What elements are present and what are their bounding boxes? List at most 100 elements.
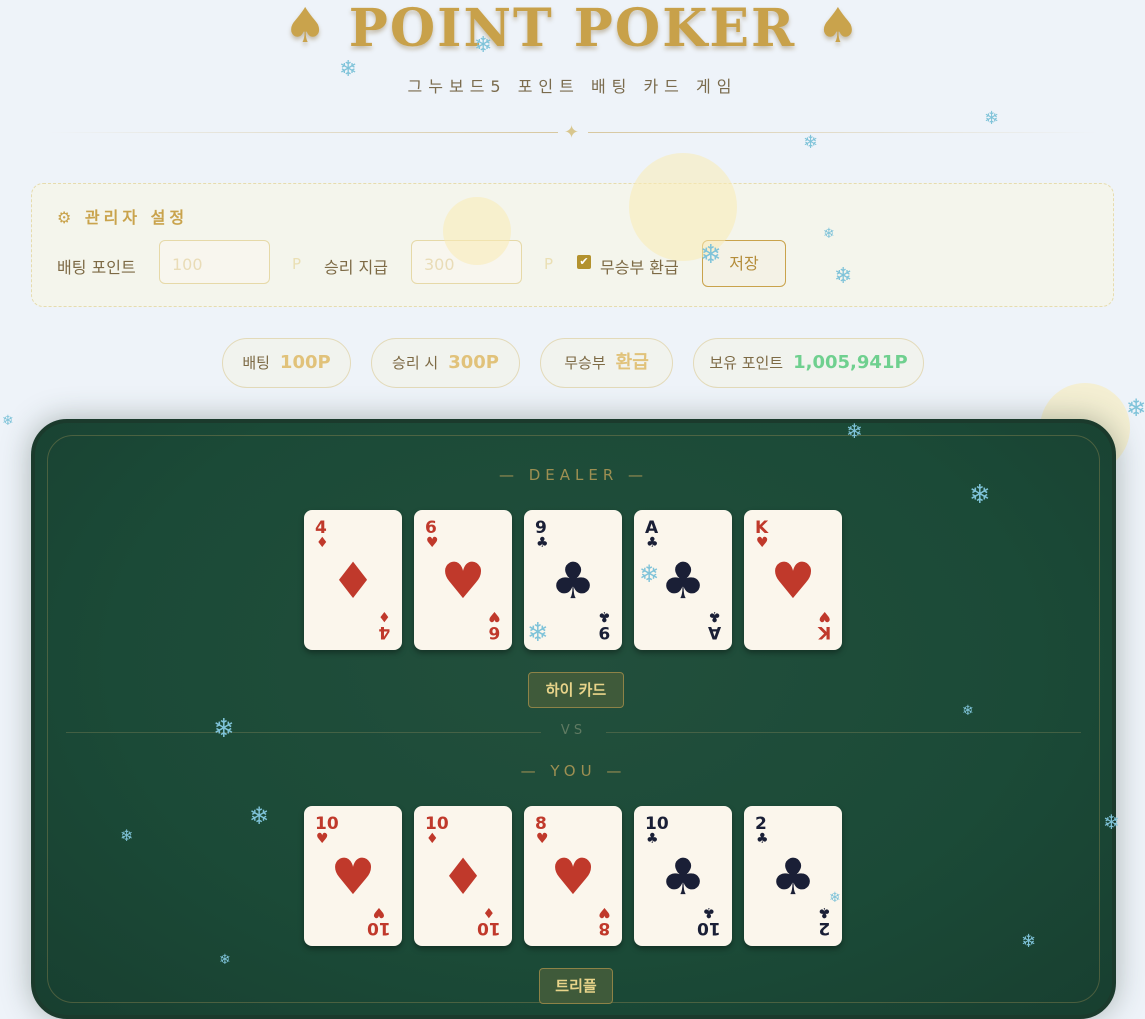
playing-card: 10 ♥ ♥ 10 ♥: [304, 806, 402, 946]
card-corner: 9 ♣: [598, 608, 611, 642]
snowflake-icon: ❄: [1021, 931, 1037, 952]
snowflake-icon: ❄: [834, 264, 853, 289]
card-rank: 2: [818, 918, 831, 938]
card-rank: 10: [367, 918, 391, 938]
snowflake-icon: ❄: [846, 419, 863, 443]
card-suit-icon: ♦: [378, 608, 391, 624]
bet-label: 배팅 포인트: [57, 258, 136, 277]
vs-label: VS: [560, 723, 587, 738]
card-corner: A ♣: [707, 608, 721, 642]
card-corner: 10 ♣: [697, 904, 721, 938]
snowflake-icon: ❄: [527, 618, 549, 648]
divider: [588, 132, 1098, 133]
stat-value: 1,005,941P: [793, 352, 908, 373]
card-suit-icon: ♥: [316, 831, 329, 847]
card-suit-icon: ♣: [702, 904, 716, 920]
card-suit-icon: ♣: [818, 904, 831, 920]
card-suit-icon: ♣: [646, 535, 659, 551]
playing-card: K ♥ ♥ K ♥: [744, 510, 842, 650]
snowflake-icon: ❄: [969, 480, 991, 510]
card-suit-icon: ♦: [330, 552, 376, 610]
snowflake-icon: ❄: [120, 826, 134, 845]
admin-settings-panel: ⚙ 관리자 설정 배팅 포인트 100 P 승리 지급 300 P ✔ 무승부 …: [31, 183, 1114, 307]
card-suit-icon: ♥: [372, 904, 386, 920]
snowflake-icon: ❄: [700, 240, 722, 270]
card-suit-icon: ♣: [536, 535, 549, 551]
card-suit-icon: ♣: [646, 831, 659, 847]
win-unit: P: [544, 255, 554, 273]
card-suit-icon: ♥: [598, 904, 611, 920]
playing-card: 4 ♦ ♦ 4 ♦: [304, 510, 402, 650]
sparkle-icon: ✦: [564, 122, 580, 143]
card-rank: A: [707, 622, 721, 642]
card-suit-icon: ♥: [440, 552, 486, 610]
card-corner: 6 ♥: [488, 608, 501, 642]
card-suit-icon: ♣: [550, 552, 596, 610]
stat-label: 보유 포인트: [709, 354, 784, 372]
stat-label: 배팅: [242, 354, 270, 372]
snowflake-icon: ❄: [249, 802, 270, 830]
card-rank: K: [817, 622, 831, 642]
win-label: 승리 지급: [324, 258, 388, 277]
card-suit-icon: ♣: [708, 608, 721, 624]
card-suit-icon: ♥: [330, 848, 376, 906]
card-suit-icon: ♥: [818, 608, 831, 624]
stat-balance: 보유 포인트 1,005,941P: [693, 338, 924, 388]
snowflake-icon: ❄: [474, 33, 493, 58]
stat-win: 승리 시 300P: [371, 338, 520, 388]
card-corner: K ♥: [817, 608, 831, 642]
admin-title: ⚙ 관리자 설정: [57, 208, 189, 227]
card-rank: 8: [598, 918, 611, 938]
stat-value: 100P: [279, 352, 331, 373]
card-corner: 10 ♥: [367, 904, 391, 938]
card-corner: 2 ♣: [818, 904, 831, 938]
card-suit-icon: ♣: [756, 831, 769, 847]
player-hand-rank: 트리플: [539, 968, 613, 1004]
snowflake-icon: ❄: [984, 108, 1000, 129]
stat-value: 환급: [615, 352, 649, 373]
spade-icon: ♠: [816, 0, 862, 54]
card-suit-icon: ♣: [770, 848, 816, 906]
divider: [48, 132, 558, 133]
stat-draw: 무승부 환급: [540, 338, 673, 388]
stat-label: 무승부: [564, 354, 606, 372]
card-rank: 6: [488, 622, 501, 642]
card-corner: 4 ♦: [378, 608, 391, 642]
card-suit-icon: ♣: [598, 608, 611, 624]
snowflake-icon: ❄: [2, 413, 14, 429]
snowflake-icon: ❄: [962, 703, 974, 719]
stat-bet: 배팅 100P: [222, 338, 351, 388]
card-corner: 8 ♥: [598, 904, 611, 938]
card-rank: 10: [697, 918, 721, 938]
card-suit-icon: ♥: [488, 608, 501, 624]
subtitle: 그누보드5 포인트 배팅 카드 게임: [407, 77, 738, 96]
snowflake-icon: ❄: [1103, 810, 1120, 834]
card-suit-icon: ♦: [440, 848, 486, 906]
playing-card: 2 ♣ ♣ 2 ♣: [744, 806, 842, 946]
bet-points-input[interactable]: 100: [159, 240, 270, 284]
playing-card: 6 ♥ ♥ 6 ♥: [414, 510, 512, 650]
header: ♠ POINT POKER ♠ 그누보드5 포인트 배팅 카드 게임 ✦: [0, 0, 1145, 150]
card-suit-icon: ♦: [482, 904, 496, 920]
logo: ♠ POINT POKER ♠: [0, 0, 1145, 59]
bet-unit: P: [292, 255, 302, 273]
card-corner: 10 ♦: [477, 904, 501, 938]
playing-card: 8 ♥ ♥ 8 ♥: [524, 806, 622, 946]
poker-table: — DEALER — 4 ♦ ♦ 4 ♦ 6 ♥ ♥ 6 ♥ 9 ♣ ♣ 9 ♣ A ♣ ♣ A ♣ K ♥ ♥ K ♥ 하이 …: [31, 419, 1116, 1019]
stat-label: 승리 시: [392, 354, 439, 372]
card-suit-icon: ♦: [316, 535, 329, 551]
dealer-hand-rank: 하이 카드: [528, 672, 624, 708]
card-rank: 4: [378, 622, 391, 642]
snowflake-icon: ❄: [1126, 394, 1145, 422]
card-suit-icon: ♦: [426, 831, 439, 847]
card-suit-icon: ♥: [550, 848, 596, 906]
dealer-label: — DEALER —: [498, 466, 649, 484]
snowflake-icon: ❄: [803, 132, 819, 153]
card-suit-icon: ♥: [756, 535, 769, 551]
refund-checkbox[interactable]: ✔: [577, 255, 591, 269]
snowflake-icon: ❄: [219, 952, 231, 968]
snowflake-icon: ❄: [823, 226, 835, 242]
stat-value: 300P: [448, 352, 499, 373]
card-suit-icon: ♥: [426, 535, 439, 551]
snowflake-icon: ❄: [339, 57, 358, 82]
